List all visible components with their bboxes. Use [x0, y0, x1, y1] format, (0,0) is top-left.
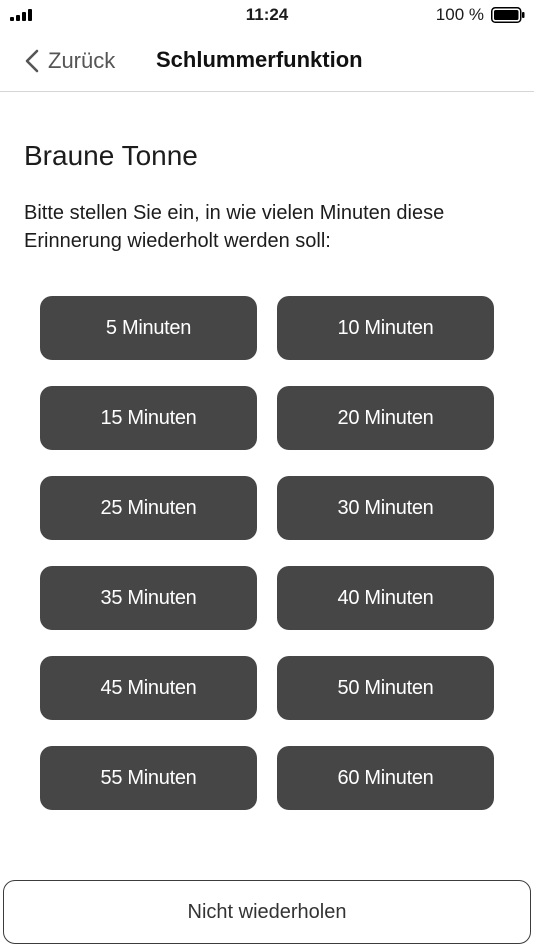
page-title: Schlummerfunktion [156, 47, 363, 72]
snooze-options-grid: 5 Minuten 10 Minuten 15 Minuten 20 Minut… [40, 296, 494, 810]
back-label: Zurück [48, 48, 116, 73]
snooze-15-button[interactable]: 15 Minuten [40, 386, 257, 450]
navigation-bar: Zurück Schlummerfunktion [0, 30, 534, 92]
snooze-50-button[interactable]: 50 Minuten [277, 656, 494, 720]
snooze-60-button[interactable]: 60 Minuten [277, 746, 494, 810]
no-repeat-button[interactable]: Nicht wiederholen [3, 880, 531, 944]
snooze-5-button[interactable]: 5 Minuten [40, 296, 257, 360]
snooze-screen: 11:24 100 % Zurück Schlummerfunktion Bra… [0, 0, 534, 950]
snooze-55-button[interactable]: 55 Minuten [40, 746, 257, 810]
battery-icon [491, 7, 525, 23]
reminder-heading: Braune Tonne [24, 140, 198, 171]
snooze-10-button[interactable]: 10 Minuten [277, 296, 494, 360]
snooze-20-button[interactable]: 20 Minuten [277, 386, 494, 450]
snooze-40-button[interactable]: 40 Minuten [277, 566, 494, 630]
status-bar: 11:24 100 % [0, 0, 534, 30]
back-button[interactable]: Zurück [24, 45, 115, 77]
snooze-45-button[interactable]: 45 Minuten [40, 656, 257, 720]
battery-percentage: 100 % [435, 5, 484, 24]
snooze-30-button[interactable]: 30 Minuten [277, 476, 494, 540]
snooze-35-button[interactable]: 35 Minuten [40, 566, 257, 630]
snooze-25-button[interactable]: 25 Minuten [40, 476, 257, 540]
chevron-left-icon [25, 49, 39, 73]
instruction-text: Bitte stellen Sie ein, in wie vielen Min… [24, 202, 445, 252]
